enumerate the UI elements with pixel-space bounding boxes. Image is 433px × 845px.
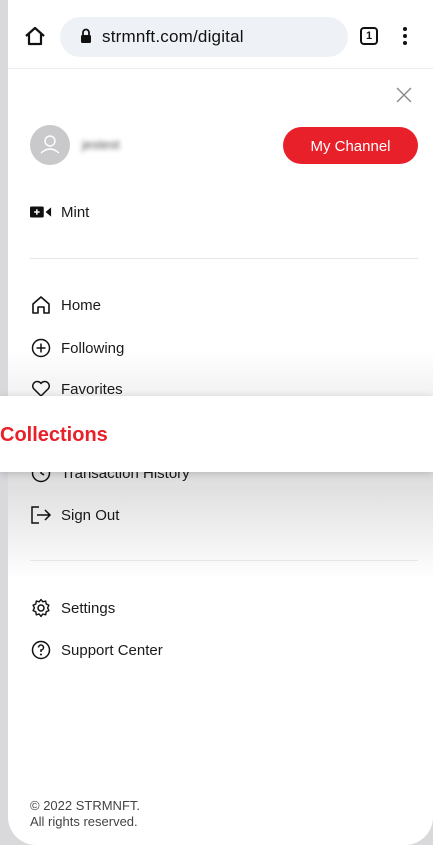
gear-icon (30, 597, 52, 619)
sidebar-item-following[interactable]: Following (30, 336, 124, 360)
browser-menu-button[interactable] (403, 27, 407, 45)
copyright-line: © 2022 STRMNFT. (30, 798, 140, 813)
sidebar-item-label: Sign Out (61, 506, 120, 524)
sidebar-item-label: Favorites (61, 380, 123, 398)
question-circle-icon (30, 639, 52, 661)
plus-circle-icon (30, 337, 52, 359)
menu-dot (403, 34, 407, 38)
divider (30, 560, 418, 561)
home-icon (30, 294, 52, 316)
sign-out-icon (30, 504, 52, 526)
mint-label: Mint (61, 203, 90, 221)
mint-item[interactable]: Mint (30, 200, 89, 224)
sidebar-item-support-center[interactable]: Support Center (30, 638, 163, 662)
lock-icon (81, 28, 91, 43)
divider (30, 258, 418, 259)
video-plus-icon (30, 201, 52, 223)
collections-title: Collections (0, 424, 108, 446)
copyright: © 2022 STRMNFT. All rights reserved. (30, 798, 140, 830)
avatar[interactable] (30, 125, 70, 165)
home-icon (25, 26, 45, 46)
sidebar-item-label: Settings (61, 599, 116, 617)
close-drawer-button[interactable] (395, 86, 413, 104)
sidebar-item-label: Home (61, 296, 102, 314)
browser-home-button[interactable] (24, 26, 46, 46)
rights-line: All rights reserved. (30, 814, 138, 829)
sidebar-item-settings[interactable]: Settings (30, 596, 115, 620)
collections-banner[interactable]: Collections (0, 396, 433, 472)
sidebar-item-home[interactable]: Home (30, 293, 101, 317)
menu-dot (403, 27, 407, 31)
close-icon (396, 87, 412, 103)
username: jestest (82, 137, 120, 152)
my-channel-button[interactable]: My Channel (283, 127, 418, 164)
sidebar-item-sign-out[interactable]: Sign Out (30, 503, 119, 527)
menu-dot (403, 41, 407, 45)
user-icon (40, 135, 60, 154)
address-bar[interactable]: strmnft.com/digital (60, 17, 348, 57)
sidebar-item-label: Following (61, 339, 125, 357)
tab-switcher-button[interactable]: 1 (360, 27, 378, 45)
sidebar-item-label: Support Center (61, 641, 163, 659)
browser-toolbar: strmnft.com/digital 1 (8, 0, 433, 69)
url-text: strmnft.com/digital (102, 27, 244, 46)
